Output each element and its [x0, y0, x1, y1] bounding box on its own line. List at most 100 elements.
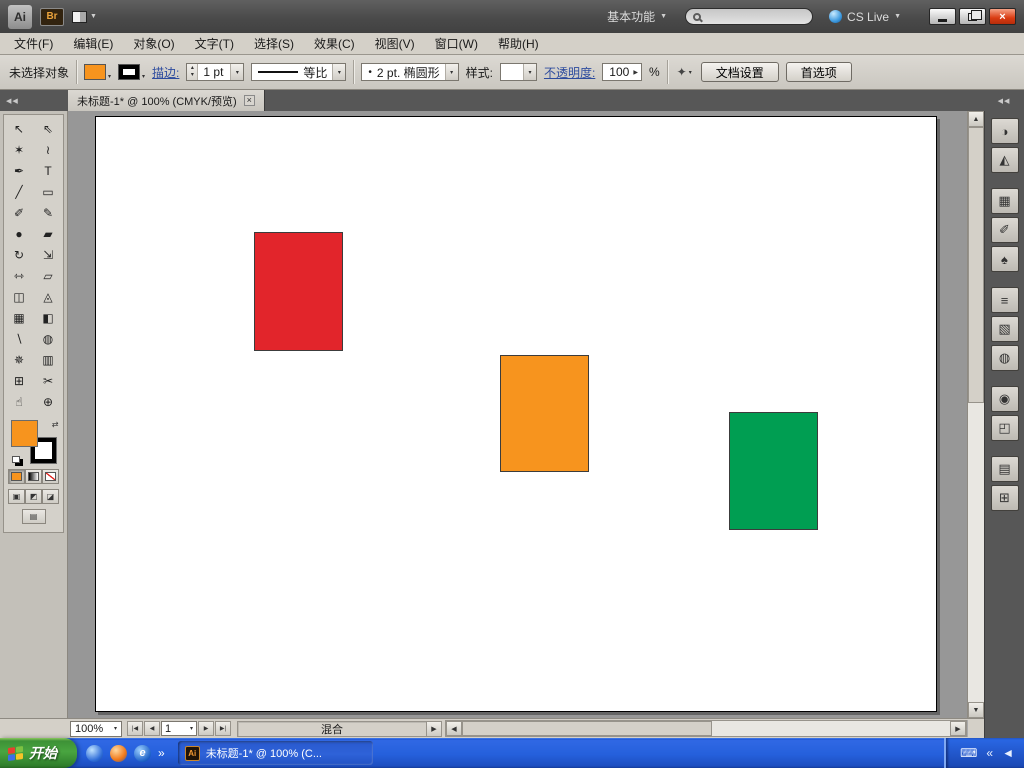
quick-launch-icon-1[interactable]: [86, 744, 103, 762]
blob-brush-tool[interactable]: ●: [5, 223, 34, 244]
search-input[interactable]: [706, 10, 802, 23]
scale-tool[interactable]: ⇲: [34, 244, 63, 265]
next-artboard-button[interactable]: ▶: [198, 721, 214, 736]
draw-normal-button[interactable]: ▣: [8, 489, 25, 504]
menu-object[interactable]: 对象(O): [123, 33, 184, 54]
opacity-control[interactable]: 100 ▶: [602, 63, 642, 81]
red-rectangle[interactable]: [254, 232, 343, 351]
free-transform-tool[interactable]: ▱: [34, 265, 63, 286]
style-caret[interactable]: ▾: [522, 64, 536, 80]
graphic-styles-panel-button[interactable]: ◰: [990, 415, 1019, 441]
stroke-panel-button[interactable]: ≡: [990, 287, 1019, 313]
stroke-color-control[interactable]: ▾: [118, 64, 145, 80]
color-mode-button[interactable]: [8, 469, 25, 484]
vertical-scroll-track[interactable]: [968, 127, 984, 702]
default-fill-stroke-icon[interactable]: [11, 456, 20, 463]
transparency-panel-button[interactable]: ◍: [990, 345, 1019, 371]
style-dropdown[interactable]: ▾: [499, 63, 537, 81]
scroll-left-button[interactable]: ◀: [446, 721, 462, 736]
vertical-scroll-thumb[interactable]: [968, 127, 984, 403]
pencil-tool[interactable]: ✎: [34, 202, 63, 223]
minimize-button[interactable]: [929, 8, 956, 25]
preferences-button[interactable]: 首选项: [785, 62, 852, 82]
width-profile-dropdown[interactable]: 等比 ▾: [251, 63, 347, 81]
workspace-switcher[interactable]: 基本功能 ▼: [607, 8, 667, 25]
menu-view[interactable]: 视图(V): [365, 33, 425, 54]
toolbox-collapse-button[interactable]: ◀◀: [6, 97, 19, 105]
type-tool[interactable]: T: [34, 160, 63, 181]
stroke-weight-spinner[interactable]: ▴ ▾: [187, 64, 199, 80]
draw-behind-button[interactable]: ◩: [25, 489, 42, 504]
rectangle-tool[interactable]: ▭: [34, 181, 63, 202]
restore-button[interactable]: [959, 8, 986, 25]
recolor-artwork-button[interactable]: ✦ ▾: [675, 65, 694, 79]
swatches-panel-button[interactable]: ▦: [990, 188, 1019, 214]
quick-launch-overflow-chevron[interactable]: »: [158, 746, 165, 760]
column-graph-tool[interactable]: ▥: [34, 349, 63, 370]
brushes-panel-button[interactable]: ✐: [990, 217, 1019, 243]
quick-launch-icon-3[interactable]: e: [134, 744, 151, 762]
lasso-tool[interactable]: ≀: [34, 139, 63, 160]
start-button[interactable]: 开始: [0, 738, 77, 768]
stroke-weight-dropdown[interactable]: ▾: [230, 64, 244, 80]
width-profile-caret[interactable]: ▾: [332, 64, 346, 80]
stroke-weight-control[interactable]: ▴ ▾ 1 pt ▾: [186, 63, 245, 81]
hidden-icons-chevron[interactable]: «: [986, 746, 993, 760]
menu-type[interactable]: 文字(T): [185, 33, 244, 54]
eyedropper-tool[interactable]: ∖: [5, 328, 34, 349]
orange-rectangle[interactable]: [500, 355, 589, 472]
scroll-down-button[interactable]: ▼: [968, 702, 984, 718]
appearance-panel-button[interactable]: ◉: [990, 386, 1019, 412]
artboards-panel-button[interactable]: ⊞: [990, 485, 1019, 511]
fill-color-indicator[interactable]: [10, 420, 38, 447]
vertical-scrollbar[interactable]: ▲ ▼: [967, 111, 984, 718]
menu-select[interactable]: 选择(S): [244, 33, 304, 54]
spinner-down-icon[interactable]: ▾: [187, 72, 197, 79]
opacity-value[interactable]: 100: [609, 65, 629, 79]
layers-panel-button[interactable]: ▤: [990, 456, 1019, 482]
mesh-tool[interactable]: ▦: [5, 307, 34, 328]
close-button[interactable]: ×: [989, 8, 1016, 25]
screen-mode-button[interactable]: ▤: [21, 509, 46, 524]
artboard-tool[interactable]: ⊞: [5, 370, 34, 391]
fill-color-swatch[interactable]: [84, 64, 107, 80]
first-artboard-button[interactable]: |◀: [127, 721, 143, 736]
draw-inside-button[interactable]: ◪: [42, 489, 59, 504]
slice-tool[interactable]: ✂: [34, 370, 63, 391]
menu-file[interactable]: 文件(F): [4, 33, 63, 54]
color-panel-button[interactable]: ◑: [990, 118, 1019, 144]
paintbrush-tool[interactable]: ✐: [5, 202, 34, 223]
eraser-tool[interactable]: ▰: [34, 223, 63, 244]
fill-color-control[interactable]: ▾: [84, 64, 111, 80]
symbol-sprayer-tool[interactable]: ✵: [5, 349, 34, 370]
green-rectangle[interactable]: [729, 412, 818, 530]
zoom-level-dropdown[interactable]: 100% ▾: [70, 720, 122, 737]
color-guide-panel-button[interactable]: ◭: [990, 147, 1019, 173]
dock-collapse-button[interactable]: ◀◀: [998, 97, 1011, 105]
none-mode-button[interactable]: [42, 469, 59, 484]
brush-dropdown[interactable]: • 2 pt. 椭圆形 ▾: [361, 63, 459, 81]
taskbar-window-button[interactable]: Ai 未标题-1* @ 100% (C...: [177, 741, 373, 765]
swap-fill-stroke-icon[interactable]: ⇄: [52, 420, 59, 429]
document-setup-button[interactable]: 文档设置: [700, 62, 779, 82]
stroke-panel-link[interactable]: 描边:: [152, 64, 179, 81]
shape-builder-tool[interactable]: ◫: [5, 286, 34, 307]
keyboard-layout-icon[interactable]: ⌨: [960, 746, 977, 760]
stroke-weight-value[interactable]: 1 pt: [198, 64, 230, 80]
search-box[interactable]: [685, 8, 814, 25]
perspective-grid-tool[interactable]: ◬: [34, 286, 63, 307]
magic-wand-tool[interactable]: ✶: [5, 139, 34, 160]
arrange-documents-button[interactable]: ▼: [72, 10, 97, 23]
bridge-launch-button[interactable]: Br: [40, 7, 64, 26]
scroll-right-button[interactable]: ▶: [950, 721, 966, 736]
horizontal-scroll-thumb[interactable]: [462, 721, 712, 736]
menu-edit[interactable]: 编辑(E): [63, 33, 123, 54]
gradient-tool[interactable]: ◧: [34, 307, 63, 328]
gradient-panel-button[interactable]: ▧: [990, 316, 1019, 342]
gradient-mode-button[interactable]: [25, 469, 42, 484]
document-tab-close-button[interactable]: ×: [243, 95, 255, 106]
status-display-menu-button[interactable]: ▶: [427, 720, 442, 737]
last-artboard-button[interactable]: ▶|: [215, 721, 231, 736]
volume-icon[interactable]: ◄: [1002, 746, 1014, 760]
opacity-slider-arrow-icon[interactable]: ▶: [633, 69, 638, 76]
